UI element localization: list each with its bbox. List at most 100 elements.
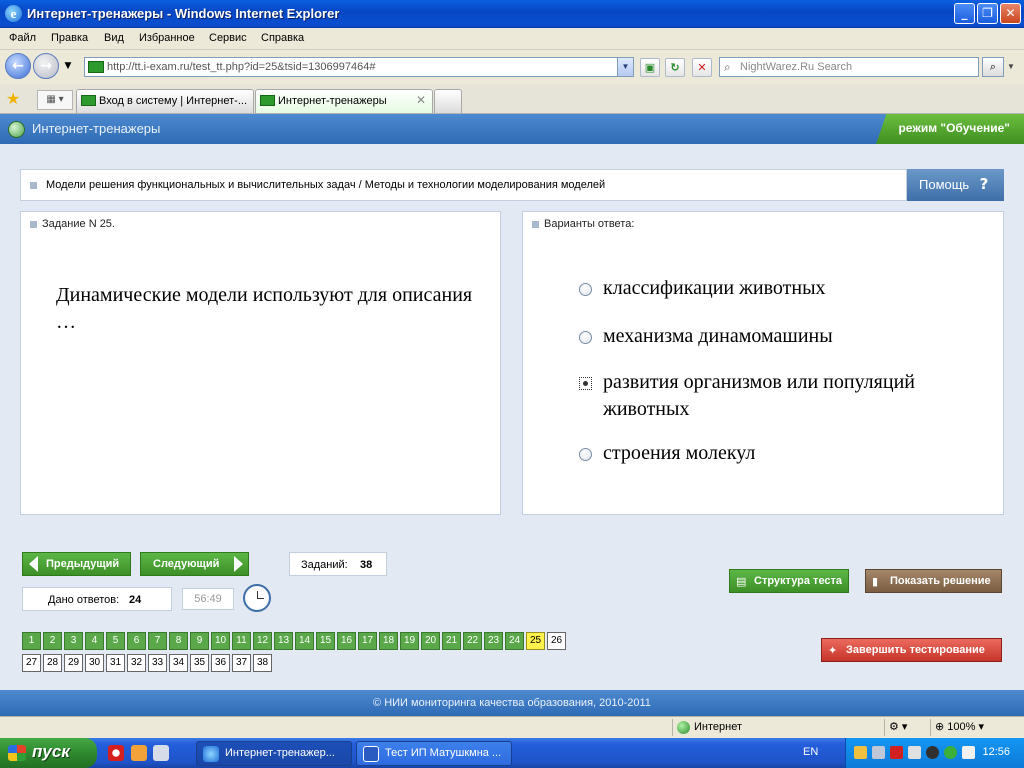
start-button[interactable]: пуск <box>0 738 97 768</box>
question-number-16[interactable]: 16 <box>337 632 356 650</box>
question-number-21[interactable]: 21 <box>442 632 461 650</box>
question-number-13[interactable]: 13 <box>274 632 293 650</box>
answer-radio-2[interactable] <box>579 331 592 344</box>
question-number-10[interactable]: 10 <box>211 632 230 650</box>
stop-icon[interactable]: ✕ <box>692 58 712 77</box>
protected-mode-icon[interactable]: ⚙ ▾ <box>884 719 928 736</box>
footer: © НИИ мониторинга качества образования, … <box>0 690 1024 716</box>
search-button[interactable]: ⌕ <box>982 57 1004 77</box>
minimize-button[interactable]: _ <box>954 3 975 24</box>
forward-button[interactable]: → <box>33 53 59 79</box>
show-desktop-icon[interactable] <box>153 745 169 761</box>
search-box[interactable]: ⌕ NightWarez.Ru Search <box>719 57 979 77</box>
question-number-23[interactable]: 23 <box>484 632 503 650</box>
tab-close-icon[interactable]: ✕ <box>416 93 426 107</box>
tray-app-icon[interactable] <box>854 746 867 759</box>
tray-volume-icon[interactable] <box>908 746 921 759</box>
question-number-27[interactable]: 27 <box>22 654 41 672</box>
arrow-left-icon <box>29 556 38 572</box>
menu-edit[interactable]: Правка <box>51 32 88 44</box>
bullet-icon <box>532 221 539 228</box>
question-number-15[interactable]: 15 <box>316 632 335 650</box>
question-number-32[interactable]: 32 <box>127 654 146 672</box>
answer-text-1[interactable]: классификации животных <box>603 275 933 302</box>
answer-text-3[interactable]: развития организмов или популяций животн… <box>603 369 933 423</box>
menu-tools[interactable]: Сервис <box>209 32 247 44</box>
tray-antivirus-icon[interactable] <box>890 746 903 759</box>
question-number-24[interactable]: 24 <box>505 632 524 650</box>
menu-favorites[interactable]: Избранное <box>139 32 195 44</box>
tab-login[interactable]: Вход в систему | Интернет-... <box>76 89 254 113</box>
question-number-7[interactable]: 7 <box>148 632 167 650</box>
finish-test-button[interactable]: ✦ Завершить тестирование <box>821 638 1002 662</box>
previous-button[interactable]: Предыдущий <box>22 552 131 576</box>
question-number-29[interactable]: 29 <box>64 654 83 672</box>
question-number-6[interactable]: 6 <box>127 632 146 650</box>
menu-help[interactable]: Справка <box>261 32 304 44</box>
tray-network-icon[interactable] <box>872 746 885 759</box>
question-number-11[interactable]: 11 <box>232 632 251 650</box>
tray-disc-icon[interactable] <box>926 746 939 759</box>
question-number-31[interactable]: 31 <box>106 654 125 672</box>
question-number-9[interactable]: 9 <box>190 632 209 650</box>
address-url[interactable]: http://tt.i-exam.ru/test_tt.php?id=25&ts… <box>107 61 375 73</box>
menu-file[interactable]: Файл <box>9 32 36 44</box>
question-number-35[interactable]: 35 <box>190 654 209 672</box>
question-number-8[interactable]: 8 <box>169 632 188 650</box>
next-button[interactable]: Следующий <box>140 552 249 576</box>
question-number-30[interactable]: 30 <box>85 654 104 672</box>
show-solution-button[interactable]: ▮ Показать решение <box>865 569 1002 593</box>
question-number-4[interactable]: 4 <box>85 632 104 650</box>
question-number-38[interactable]: 38 <box>253 654 272 672</box>
answer-radio-3[interactable] <box>579 377 592 390</box>
tab-trainers[interactable]: Интернет-тренажеры ✕ <box>255 89 433 113</box>
address-dropdown-icon[interactable]: ▼ <box>617 58 633 76</box>
question-number-34[interactable]: 34 <box>169 654 188 672</box>
question-number-18[interactable]: 18 <box>379 632 398 650</box>
history-dropdown-icon[interactable]: ▼ <box>61 58 75 77</box>
zoom-control[interactable]: ⊕ 100% ▾ <box>930 719 1006 736</box>
compatibility-icon[interactable]: ▣ <box>640 58 660 77</box>
question-number-26[interactable]: 26 <box>547 632 566 650</box>
opera-icon[interactable] <box>108 745 124 761</box>
question-number-12[interactable]: 12 <box>253 632 272 650</box>
maximize-button[interactable]: ❐ <box>977 3 998 24</box>
answer-radio-1[interactable] <box>579 283 592 296</box>
favorites-star-icon[interactable]: ★ <box>6 89 20 109</box>
tray-device-icon[interactable] <box>962 746 975 759</box>
address-bar[interactable]: http://tt.i-exam.ru/test_tt.php?id=25&ts… <box>84 57 634 77</box>
menu-view[interactable]: Вид <box>104 32 124 44</box>
question-number-25[interactable]: 25 <box>526 632 545 650</box>
question-number-14[interactable]: 14 <box>295 632 314 650</box>
language-indicator[interactable]: EN <box>803 746 818 758</box>
question-number-33[interactable]: 33 <box>148 654 167 672</box>
tray-update-icon[interactable] <box>944 746 957 759</box>
refresh-icon[interactable]: ↻ <box>665 58 685 77</box>
question-number-3[interactable]: 3 <box>64 632 83 650</box>
help-button[interactable]: Помощь ? <box>907 169 1004 201</box>
question-number-2[interactable]: 2 <box>43 632 62 650</box>
question-number-17[interactable]: 17 <box>358 632 377 650</box>
test-structure-button[interactable]: ▤ Структура теста <box>729 569 849 593</box>
question-number-1[interactable]: 1 <box>22 632 41 650</box>
quick-tabs-icon[interactable]: ▦ ▾ <box>37 90 73 110</box>
answer-text-2[interactable]: механизма динамомашины <box>603 323 933 350</box>
question-number-37[interactable]: 37 <box>232 654 251 672</box>
answer-radio-4[interactable] <box>579 448 592 461</box>
search-options-icon[interactable]: ▼ <box>1007 62 1015 71</box>
new-tab-button[interactable] <box>434 89 462 113</box>
quicklaunch-app-icon[interactable] <box>131 745 147 761</box>
question-number-19[interactable]: 19 <box>400 632 419 650</box>
taskbar-item-ie[interactable]: Интернет-тренажер... <box>196 741 352 766</box>
question-number-5[interactable]: 5 <box>106 632 125 650</box>
tab-favicon-icon <box>81 95 96 106</box>
back-button[interactable]: ← <box>5 53 31 79</box>
answer-text-4[interactable]: строения молекул <box>603 440 933 467</box>
taskbar-item-word[interactable]: Тест ИП Матушкмна ... <box>356 741 512 766</box>
question-number-28[interactable]: 28 <box>43 654 62 672</box>
arrow-right-icon <box>234 556 243 572</box>
close-button[interactable]: ✕ <box>1000 3 1021 24</box>
question-number-22[interactable]: 22 <box>463 632 482 650</box>
question-number-36[interactable]: 36 <box>211 654 230 672</box>
question-number-20[interactable]: 20 <box>421 632 440 650</box>
